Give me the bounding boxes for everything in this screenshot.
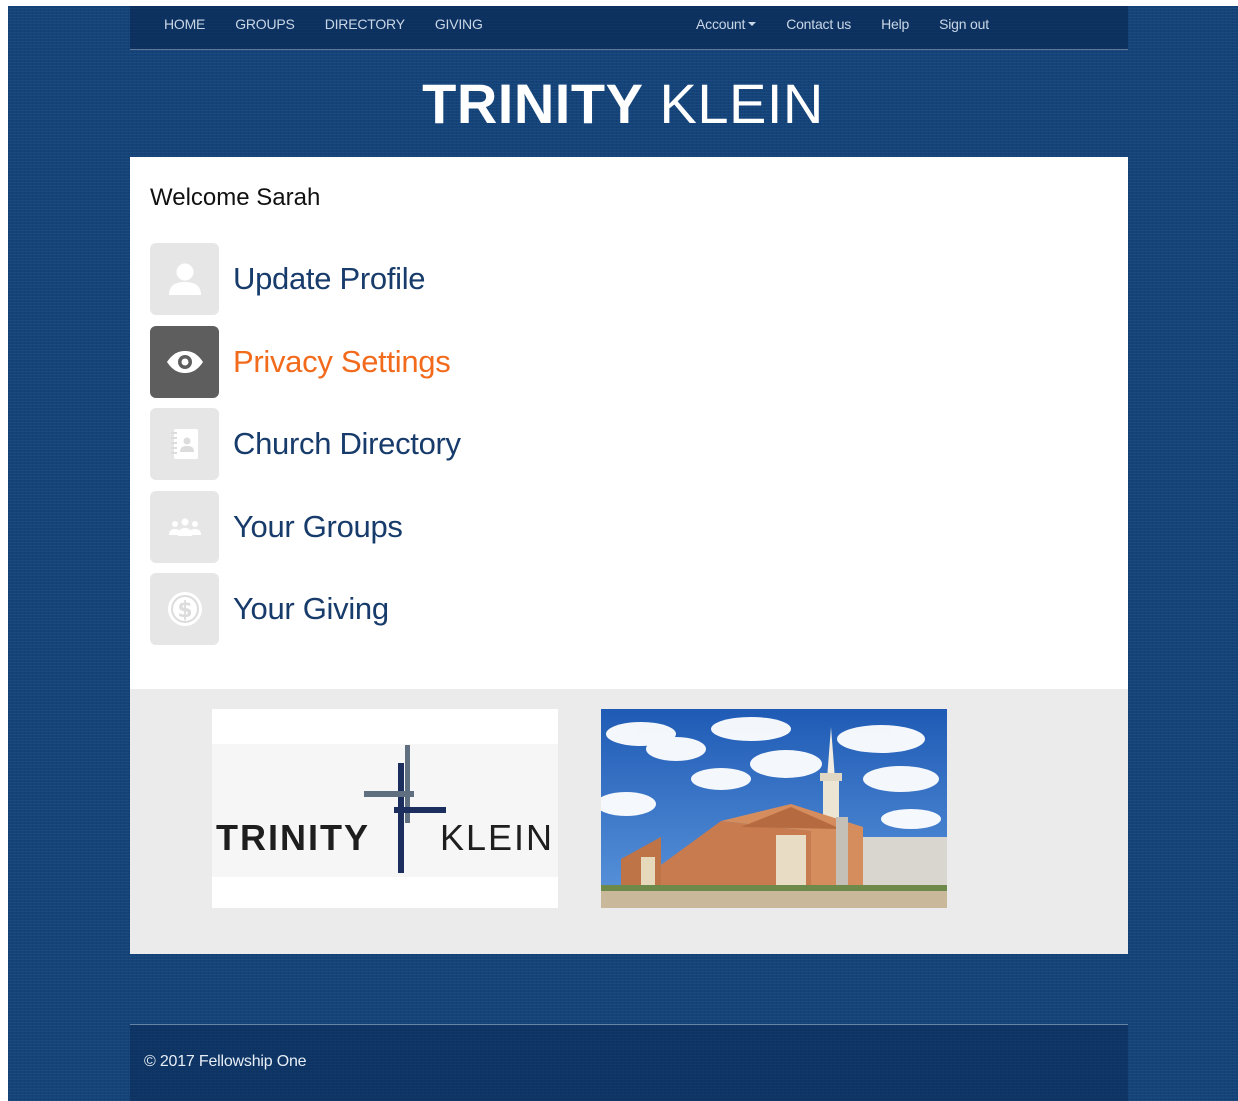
church-building-photo: [601, 709, 947, 908]
menu-item-your-groups[interactable]: Your Groups: [150, 490, 461, 563]
logo-word-klein: KLEIN: [440, 817, 555, 858]
menu-label-update-profile: Update Profile: [233, 261, 426, 296]
user-icon: [150, 243, 219, 315]
menu-item-update-profile[interactable]: Update Profile: [150, 243, 461, 315]
menu-label-your-giving: Your Giving: [233, 591, 389, 626]
footer: © 2017 Fellowship One: [130, 1025, 1128, 1101]
top-navigation: HOME GROUPS DIRECTORY GIVING Account Con…: [130, 6, 1128, 50]
nav-giving[interactable]: GIVING: [435, 16, 483, 32]
menu-item-privacy-settings[interactable]: Privacy Settings: [150, 325, 461, 398]
group-icon: [150, 490, 219, 563]
brand-bold: TRINITY: [422, 72, 644, 135]
menu-label-your-groups: Your Groups: [233, 508, 403, 544]
trinity-klein-logo-image: TRINITY KLEIN: [212, 709, 558, 908]
menu-label-church-directory: Church Directory: [233, 426, 461, 461]
nav-account-dropdown[interactable]: Account: [696, 16, 757, 32]
menu-label-privacy-settings: Privacy Settings: [233, 343, 451, 379]
nav-account-label: Account: [696, 16, 746, 32]
logo-word-trinity: TRINITY: [216, 817, 370, 858]
footer-copyright: © 2017 Fellowship One: [144, 1053, 307, 1070]
address-book-icon: [150, 408, 219, 480]
dollar-coin-icon: $: [150, 573, 219, 645]
nav-contact-us[interactable]: Contact us: [786, 16, 851, 32]
caret-down-icon: [748, 22, 757, 26]
brand-light: KLEIN: [659, 72, 824, 135]
eye-icon: [150, 325, 219, 398]
dashboard-menu: Update Profile Privacy Settings Church D…: [150, 243, 461, 656]
nav-help[interactable]: Help: [881, 16, 909, 32]
menu-item-church-directory[interactable]: Church Directory: [150, 408, 461, 480]
nav-sign-out[interactable]: Sign out: [939, 16, 989, 32]
primary-nav: HOME GROUPS DIRECTORY GIVING: [164, 16, 483, 32]
nav-groups[interactable]: GROUPS: [235, 16, 295, 32]
dashboard-card: Welcome Sarah Update Profile Privacy Set…: [130, 157, 1128, 689]
nav-home[interactable]: HOME: [164, 16, 205, 32]
secondary-nav: Account Contact us Help Sign out: [696, 16, 989, 32]
svg-text:$: $: [177, 598, 192, 623]
nav-directory[interactable]: DIRECTORY: [325, 16, 405, 32]
image-gallery: TRINITY KLEIN: [130, 689, 1128, 954]
welcome-heading: Welcome Sarah: [150, 184, 321, 211]
site-logo: TRINITY KLEIN: [8, 74, 1238, 134]
page-background: HOME GROUPS DIRECTORY GIVING Account Con…: [8, 6, 1238, 1101]
menu-item-your-giving[interactable]: $ Your Giving: [150, 573, 461, 645]
